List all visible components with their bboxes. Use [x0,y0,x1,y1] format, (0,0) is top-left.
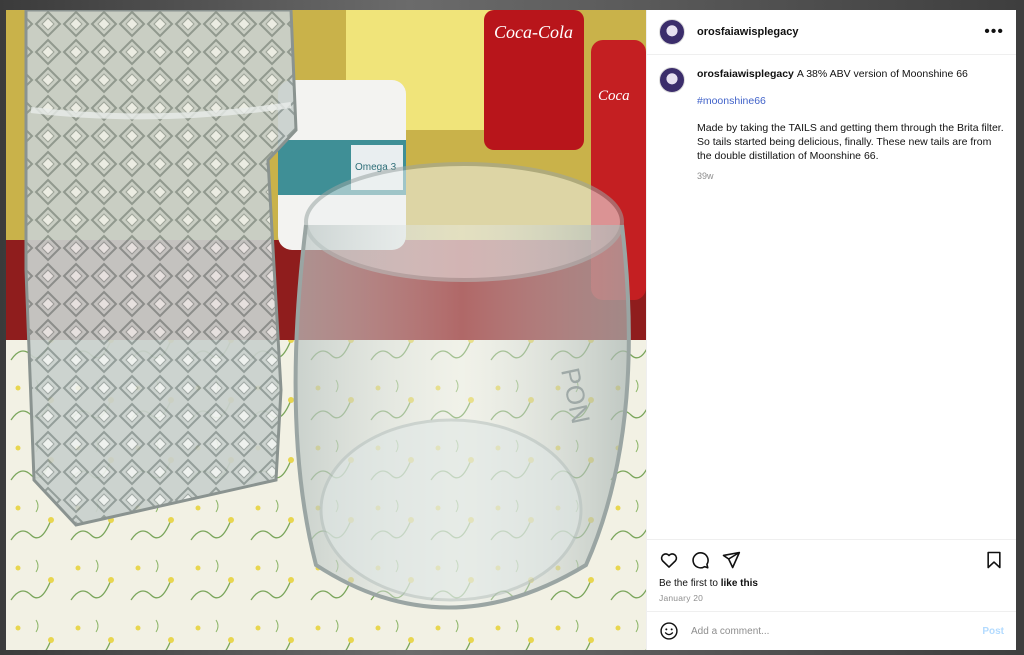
likes-line: Be the first to like this [659,578,1004,589]
comment-input[interactable] [689,624,983,638]
caption-username[interactable]: orosfaiawisplegacy [697,68,794,80]
svg-text:Coca-Cola: Coca-Cola [494,22,573,42]
avatar[interactable] [659,19,685,45]
action-icons [659,550,1004,570]
caption-avatar[interactable] [659,67,685,93]
post-age[interactable]: 39w [697,169,1004,183]
post-modal: Coca-Cola Coca Omega 3 PON orosfaiawispl… [6,10,1016,650]
svg-text:Coca: Coca [598,88,630,104]
username[interactable]: orosfaiawisplegacy [697,26,799,38]
bookmark-icon[interactable] [984,550,1004,570]
actions-block: Be the first to like this January 20 [647,539,1016,611]
paper-plane-icon[interactable] [721,550,741,570]
more-options-icon[interactable]: ••• [984,24,1004,40]
caption-description: Made by taking the TAILS and getting the… [697,122,1004,162]
likes-prefix: Be the first to [659,578,718,589]
emoji-smile-icon[interactable] [659,621,679,641]
post-side-panel: orosfaiawisplegacy ••• orosfaiawisplegac… [646,10,1016,650]
post-photo: Coca-Cola Coca Omega 3 PON [6,10,646,650]
post-caption: orosfaiawisplegacy A 38% ABV version of M… [659,67,1004,183]
caption-body: orosfaiawisplegacy A 38% ABV version of M… [697,67,1004,183]
like-this-link[interactable]: like this [721,578,758,589]
heart-icon[interactable] [659,550,679,570]
hashtag-link[interactable]: #moonshine66 [697,94,1004,108]
caption-lead: A 38% ABV version of Moonshine 66 [796,68,968,80]
comments-area: orosfaiawisplegacy A 38% ABV version of M… [647,55,1016,539]
comment-bubble-icon[interactable] [690,550,710,570]
post-button[interactable]: Post [982,626,1004,637]
photo-illustration: Coca-Cola Coca Omega 3 PON [6,10,646,650]
post-header: orosfaiawisplegacy ••• [647,10,1016,55]
add-comment-bar: Post [647,611,1016,650]
post-date: January 20 [659,593,704,603]
